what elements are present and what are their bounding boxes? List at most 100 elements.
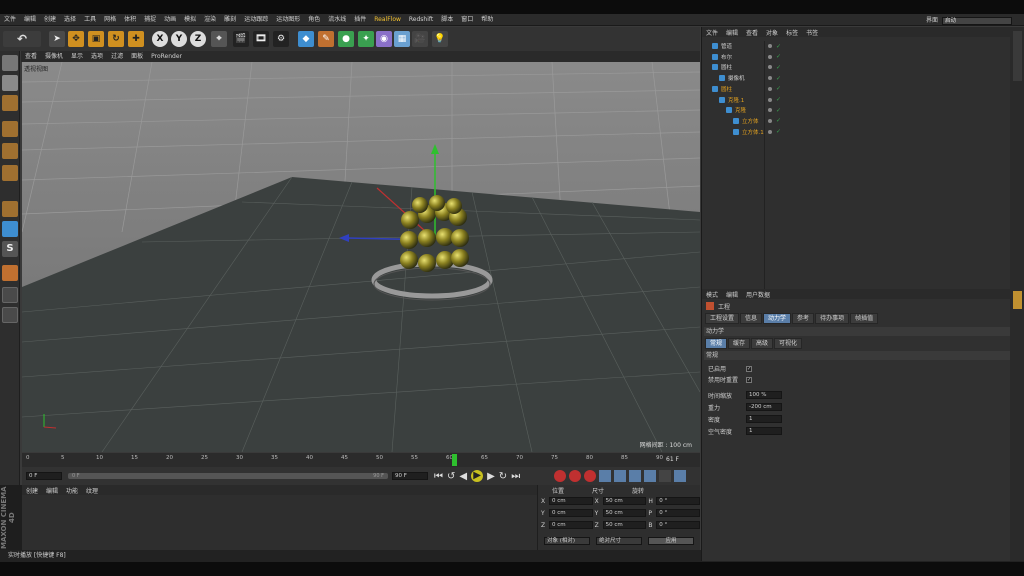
light-icon[interactable]: 💡 [432,31,448,47]
menu-item[interactable]: 渲染 [200,14,220,26]
cube-object-icon[interactable]: ◆ [298,31,314,47]
visibility-toggle-icon[interactable] [768,108,772,113]
menu-item[interactable]: 编辑 [20,14,40,26]
menu-item[interactable]: 工具 [80,14,100,26]
attributes-side-tab[interactable] [1013,291,1022,309]
menu-item[interactable]: 雕刻 [220,14,240,26]
goto-start-icon[interactable]: ⏮ [434,471,443,482]
menu-item[interactable]: 网格 [100,14,120,26]
prev-key-icon[interactable]: ↺ [447,471,455,482]
visibility-toggle-icon[interactable] [768,65,772,70]
material-menu-item[interactable]: 功能 [62,486,82,495]
menu-item[interactable]: 动画 [160,14,180,26]
floor-icon[interactable]: ▦ [394,31,410,47]
menu-item[interactable]: 运动跟踪 [240,14,272,26]
position-field[interactable]: 0 cm [548,497,593,505]
menu-item[interactable]: Redshift [405,14,437,26]
object-row[interactable]: 圆柱 ✓ [702,62,1011,72]
objects-side-tab[interactable] [1013,31,1022,81]
start-frame-field[interactable]: 0 F [26,472,62,480]
visibility-toggle-icon[interactable] [768,54,772,59]
enable-check-icon[interactable]: ✓ [776,128,781,135]
object-row[interactable]: 克隆 ✓ [702,105,1011,115]
menu-item[interactable]: 文件 [0,14,20,26]
object-menu-item[interactable]: 文件 [702,28,722,37]
texture-mode-icon[interactable] [2,95,18,111]
menu-item[interactable]: 窗口 [457,14,477,26]
enable-check-icon[interactable]: ✓ [776,43,781,50]
visibility-toggle-icon[interactable] [768,118,772,123]
viewport-menu-item[interactable]: 摄像机 [41,51,67,62]
enable-check-icon[interactable]: ✓ [776,64,781,71]
undo-button[interactable]: ↶ [3,31,41,47]
workplane-icon[interactable] [2,265,18,281]
visibility-toggle-icon[interactable] [768,97,772,102]
viewport-menu-item[interactable]: 显示 [67,51,87,62]
snap-icon[interactable]: S [2,241,18,257]
param-field[interactable]: -200 cm [746,403,782,411]
visibility-toggle-icon[interactable] [768,129,772,134]
material-menu-item[interactable]: 编辑 [42,486,62,495]
param-field[interactable]: 100 % [746,391,782,399]
param-field[interactable]: 1 [746,415,782,423]
play-icon[interactable]: ▶ [471,470,484,482]
enable-check-icon[interactable]: ✓ [776,75,781,82]
object-row[interactable]: 立方体 ✓ [702,116,1011,126]
attribute-menu-item[interactable]: 用户数据 [742,290,774,299]
viewport-menu-item[interactable]: 选项 [87,51,107,62]
goto-end-icon[interactable]: ⏭ [511,471,520,482]
coord-mode-select[interactable]: 对象 (相对) [544,537,590,545]
viewport[interactable]: 透视视图 网格间距 : 100 cm [22,62,700,452]
render-picture-viewer-icon[interactable]: 🎞 [253,31,269,47]
tweak-mode-icon[interactable] [2,221,18,237]
scale-key-icon[interactable] [614,470,626,482]
menu-item[interactable]: 选择 [60,14,80,26]
timeline-window-icon[interactable] [674,470,686,482]
rotation-field[interactable]: 0 ° [656,497,701,505]
menu-item[interactable]: 捕捉 [140,14,160,26]
cloner-icon[interactable]: ✦ [358,31,374,47]
axis-x-button[interactable]: X [152,31,168,47]
axis-y-button[interactable]: Y [171,31,187,47]
attribute-subtab[interactable]: 可视化 [774,338,803,349]
visibility-toggle-icon[interactable] [768,76,772,81]
record-key-icon[interactable] [554,470,566,482]
enable-check-icon[interactable]: ✓ [776,107,781,114]
viewport-menu-item[interactable]: 面板 [127,51,147,62]
move-tool-icon[interactable]: ✥ [68,31,84,47]
menu-item[interactable]: 帮助 [477,14,497,26]
end-frame-field[interactable]: 90 F [392,472,428,480]
param-key-icon[interactable] [644,470,656,482]
rotation-field[interactable]: 0 ° [656,509,701,517]
viewport-menu-item[interactable]: ProRender [147,51,186,62]
auto-key-icon[interactable] [569,470,581,482]
menu-item[interactable]: 模拟 [180,14,200,26]
enable-check-icon[interactable]: ✓ [776,53,781,60]
keyframe-selection-icon[interactable] [584,470,596,482]
position-field[interactable]: 0 cm [548,509,593,517]
lock-workplane-icon[interactable] [2,287,18,303]
timeline[interactable]: 0 5 10 15 20 25 30 35 40 45 50 55 60 65 70 75 80 85 90 61 … [22,453,700,467]
size-field[interactable]: 50 cm [602,521,647,529]
points-mode-icon[interactable] [2,121,18,137]
layout-select[interactable]: 启动 [942,17,1012,25]
polygons-mode-icon[interactable] [2,165,18,181]
size-mode-select[interactable]: 绝对尺寸 [596,537,642,545]
rotate-tool-icon[interactable]: ↻ [108,31,124,47]
menu-item[interactable]: 插件 [350,14,370,26]
attribute-subtab[interactable]: 高级 [751,338,774,349]
attribute-tab[interactable]: 参考 [792,313,815,324]
menu-item[interactable]: 流水线 [324,14,350,26]
object-menu-item[interactable]: 书签 [802,28,822,37]
playhead[interactable] [452,454,457,466]
checkbox[interactable]: ✓ [746,365,752,372]
checkbox[interactable]: ✓ [746,376,752,383]
viewport-menu-item[interactable]: 过滤 [107,51,127,62]
object-menu-item[interactable]: 查看 [742,28,762,37]
edges-mode-icon[interactable] [2,143,18,159]
menu-item[interactable]: 创建 [40,14,60,26]
object-row[interactable]: 布尔 ✓ [702,52,1011,62]
attribute-tab[interactable]: 动力学 [763,313,792,324]
subdivision-icon[interactable]: ● [338,31,354,47]
object-menu-item[interactable]: 标签 [782,28,802,37]
